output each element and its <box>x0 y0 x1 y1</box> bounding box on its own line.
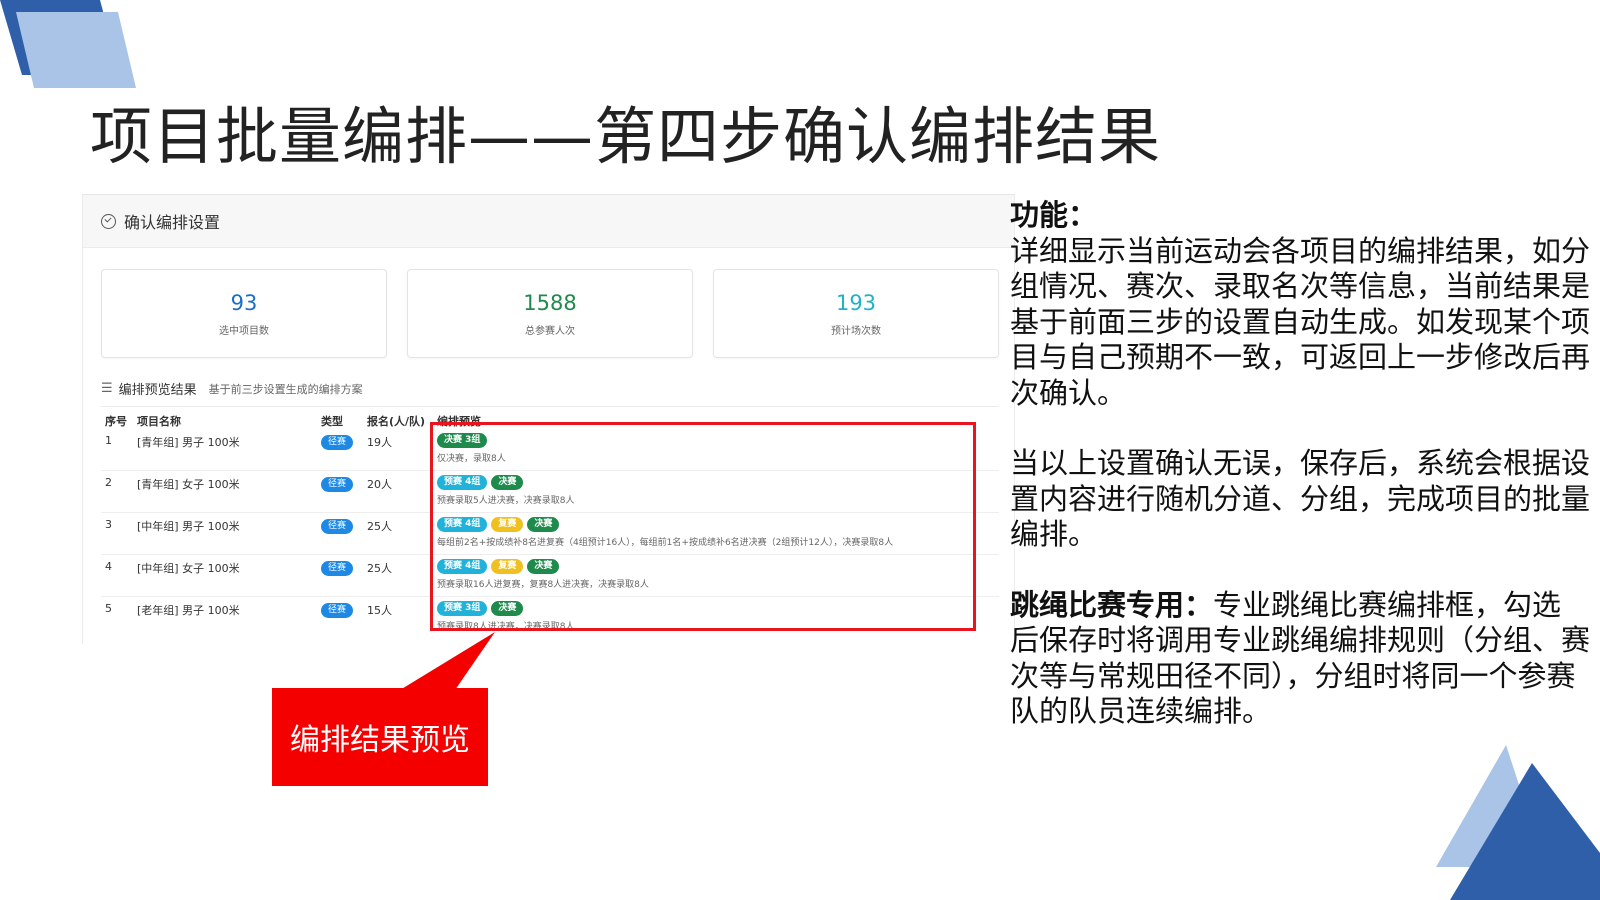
cell-no: 4 <box>105 560 112 573</box>
cell-count: 25人 <box>367 562 392 575</box>
col-header-name: 项目名称 <box>137 415 181 428</box>
callout-label: 编排结果预览 <box>272 688 488 786</box>
list-icon: ☰ <box>101 381 113 396</box>
stat-label: 选中项目数 <box>219 326 269 337</box>
cell-name: [老年组] 男子 100米 <box>137 604 240 617</box>
cell-count: 19人 <box>367 436 392 449</box>
cell-count: 25人 <box>367 520 392 533</box>
type-badge: 径赛 <box>321 519 354 534</box>
preview-highlight-box <box>430 422 976 631</box>
bottom-right-decoration <box>1436 745 1600 900</box>
stat-label: 总参赛人次 <box>525 326 575 337</box>
side-description: 功能： 详细显示当前运动会各项目的编排结果，如分组情况、赛次、录取名次等信息，当… <box>1010 198 1590 765</box>
type-badge: 径赛 <box>321 435 354 450</box>
panel-header: 确认编排设置 <box>83 195 1014 248</box>
cell-name: [中年组] 女子 100米 <box>137 562 240 575</box>
preview-header: ☰ 编排预览结果 基于前三步设置生成的编排方案 <box>101 379 999 407</box>
col-header-count: 报名(人/队) <box>367 415 426 428</box>
stat-label: 预计场次数 <box>831 326 881 337</box>
callout-pointer <box>400 632 495 690</box>
preview-subtitle: 基于前三步设置生成的编排方案 <box>208 382 363 396</box>
cell-name: [青年组] 男子 100米 <box>137 436 240 449</box>
cell-name: [青年组] 女子 100米 <box>137 478 240 491</box>
cell-no: 5 <box>105 602 112 615</box>
slide-title: 项目批量编排——第四步确认编排结果 <box>90 100 1162 173</box>
preview-title: 编排预览结果 <box>118 383 197 398</box>
check-circle-icon <box>101 213 116 229</box>
function-label: 功能： <box>1010 198 1098 232</box>
cell-no: 2 <box>105 476 112 489</box>
stats-row: 93 选中项目数 1588 总参赛人次 193 预计场次数 <box>101 269 999 358</box>
save-paragraph: 当以上设置确认无误，保存后，系统会根据设置内容进行随机分道、分组，完成项目的批量… <box>1010 446 1590 553</box>
cell-no: 3 <box>105 518 112 531</box>
stat-value: 93 <box>230 291 258 315</box>
stat-card-sessions: 193 预计场次数 <box>713 269 999 358</box>
stat-value: 1588 <box>523 291 577 315</box>
cell-no: 1 <box>105 434 112 447</box>
save-text: 当以上设置确认无误，保存后，系统会根据设置内容进行随机分道、分组，完成项目的批量… <box>1010 446 1591 551</box>
col-header-type: 类型 <box>321 415 343 428</box>
type-badge: 径赛 <box>321 603 354 618</box>
type-badge: 径赛 <box>321 477 354 492</box>
type-badge: 径赛 <box>321 561 354 576</box>
stat-card-participants: 1588 总参赛人次 <box>407 269 693 358</box>
panel-header-title: 确认编排设置 <box>124 213 221 232</box>
function-paragraph: 功能： 详细显示当前运动会各项目的编排结果，如分组情况、赛次、录取名次等信息，当… <box>1010 198 1590 411</box>
rope-skipping-paragraph: 跳绳比赛专用：专业跳绳比赛编排框，勾选后保存时将调用专业跳绳编排规则（分组、赛次… <box>1010 588 1590 730</box>
cell-count: 20人 <box>367 478 392 491</box>
stat-card-projects: 93 选中项目数 <box>101 269 387 358</box>
col-header-no: 序号 <box>105 415 127 428</box>
stat-value: 193 <box>835 291 877 315</box>
cell-name: [中年组] 男子 100米 <box>137 520 240 533</box>
rope-skipping-label: 跳绳比赛专用： <box>1010 587 1214 622</box>
function-text: 详细显示当前运动会各项目的编排结果，如分组情况、赛次、录取名次等信息，当前结果是… <box>1010 233 1591 410</box>
top-left-decoration <box>0 0 136 88</box>
